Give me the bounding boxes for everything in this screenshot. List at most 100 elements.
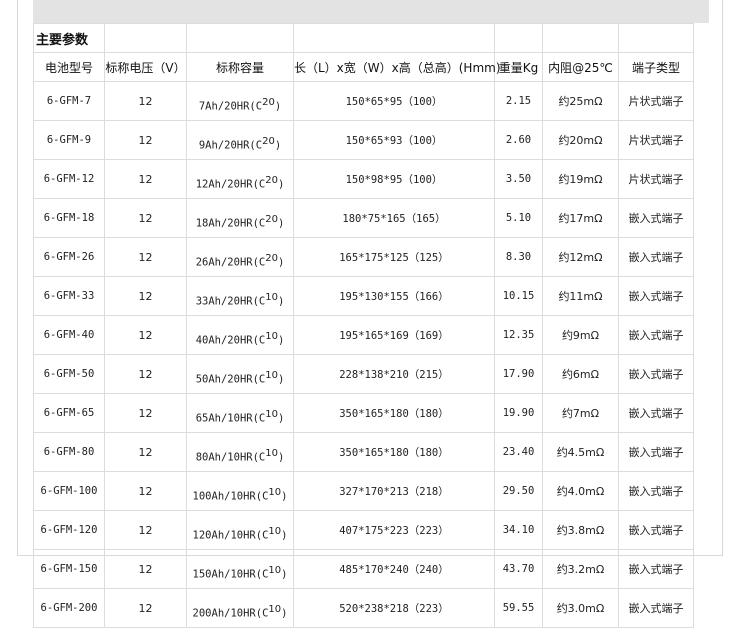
- capacity-close: ): [281, 568, 288, 581]
- cell-resistance: 约7mΩ: [542, 393, 619, 433]
- cell-voltage: 12: [104, 120, 187, 160]
- cell-capacity: 50Ah/20HR(C10): [186, 354, 294, 394]
- capacity-rate: 10: [268, 604, 282, 616]
- capacity-rate: 10: [268, 487, 282, 499]
- cell-capacity: 40Ah/20HR(C10): [186, 315, 294, 355]
- cell-dimensions: 407*175*223（223）: [293, 510, 495, 550]
- cell-weight: 12.35: [494, 315, 543, 355]
- table-row: 6-GFM-12 12 12Ah/20HR(C20) 150*98*95（100） 3.…: [33, 159, 694, 199]
- cell-resistance: 约20mΩ: [542, 120, 619, 160]
- capacity-text: 40Ah/20HR(C: [195, 334, 266, 347]
- cell-dimensions: 195*130*155（166）: [293, 276, 495, 316]
- cell-dimensions: 180*75*165（165）: [293, 198, 495, 238]
- cell-capacity: 120Ah/10HR(C10): [186, 510, 294, 550]
- capacity-close: ): [277, 412, 285, 425]
- cell-dimensions: 150*98*95（100）: [293, 159, 495, 199]
- cell-weight: 59.55: [494, 588, 543, 628]
- capacity-close: ): [281, 490, 288, 503]
- cell-terminal: 嵌入式端子: [618, 315, 694, 355]
- cell-capacity: 9Ah/20HR(C20): [186, 120, 294, 160]
- cell-voltage: 12: [104, 549, 187, 589]
- cell-model: 6-GFM-18: [33, 198, 105, 238]
- capacity-close: ): [277, 334, 285, 347]
- top-gray-bar: [33, 0, 709, 23]
- capacity-text: 80Ah/10HR(C: [195, 451, 266, 464]
- cell-capacity: 200Ah/10HR(C10): [186, 588, 294, 628]
- cell-dimensions: 485*170*240（240）: [293, 549, 495, 589]
- cell-terminal: 片状式端子: [618, 159, 694, 199]
- table-row: 6-GFM-150 12 150Ah/10HR(C10) 485*170*240（24…: [33, 549, 694, 589]
- cell-resistance: 约12mΩ: [542, 237, 619, 277]
- capacity-text: 50Ah/20HR(C: [195, 373, 266, 386]
- cell-model: 6-GFM-50: [33, 354, 105, 394]
- capacity-rate: 20: [262, 136, 275, 148]
- header-weight: 重量Kg: [494, 52, 543, 82]
- cell-model: 6-GFM-9: [33, 120, 105, 160]
- table-row: 6-GFM-26 12 26Ah/20HR(C20) 165*175*125（125）…: [33, 237, 694, 277]
- cell-model: 6-GFM-26: [33, 237, 105, 277]
- cell-terminal: 嵌入式端子: [618, 588, 694, 628]
- cell-capacity: 26Ah/20HR(C20): [186, 237, 294, 277]
- capacity-close: ): [277, 373, 285, 386]
- cell-dimensions: 195*165*169（169）: [293, 315, 495, 355]
- cell-terminal: 嵌入式端子: [618, 549, 694, 589]
- cell-weight: 34.10: [494, 510, 543, 550]
- capacity-close: ): [277, 178, 285, 191]
- cell-voltage: 12: [104, 510, 187, 550]
- capacity-rate: 10: [265, 331, 278, 343]
- section-title: 主要参数: [33, 23, 105, 53]
- cell-model: 6-GFM-65: [33, 393, 105, 433]
- cell-terminal: 片状式端子: [618, 81, 694, 121]
- cell-terminal: 嵌入式端子: [618, 276, 694, 316]
- cell-dimensions: 327*170*213（218）: [293, 471, 495, 511]
- capacity-text: 33Ah/20HR(C: [195, 295, 266, 308]
- header-model: 电池型号: [33, 52, 105, 82]
- capacity-rate: 10: [265, 448, 278, 460]
- cell-resistance: 约4.5mΩ: [542, 432, 619, 472]
- cell-model: 6-GFM-150: [33, 549, 105, 589]
- cell-model: 6-GFM-12: [33, 159, 105, 199]
- table-row: 6-GFM-40 12 40Ah/20HR(C10) 195*165*169（169）…: [33, 315, 694, 355]
- table-row: 6-GFM-120 12 120Ah/10HR(C10) 407*175*223（22…: [33, 510, 694, 550]
- cell-terminal: 嵌入式端子: [618, 432, 694, 472]
- cell-capacity: 100Ah/10HR(C10): [186, 471, 294, 511]
- capacity-text: 100Ah/10HR(C: [192, 490, 269, 503]
- header-dimensions: 长（L）x宽（W）x高（总高）(Hmm): [293, 52, 501, 82]
- cell-weight: 2.60: [494, 120, 543, 160]
- cell-terminal: 嵌入式端子: [618, 510, 694, 550]
- cell-weight: 29.50: [494, 471, 543, 511]
- header-capacity: 标称容量: [186, 52, 294, 82]
- header-voltage: 标称电压（V）: [104, 52, 187, 82]
- cell-resistance: 约3.8mΩ: [542, 510, 619, 550]
- cell-resistance: 约19mΩ: [542, 159, 619, 199]
- cell-dimensions: 520*238*218（223）: [293, 588, 495, 628]
- cell-dimensions: 150*65*93（100）: [293, 120, 495, 160]
- cell-dimensions: 165*175*125（125）: [293, 237, 495, 277]
- header-terminal: 端子类型: [618, 52, 694, 82]
- cell-dimensions: 350*165*180（180）: [293, 393, 495, 433]
- cell-capacity: 150Ah/10HR(C10): [186, 549, 294, 589]
- capacity-text: 200Ah/10HR(C: [192, 607, 269, 620]
- capacity-rate: 10: [265, 370, 278, 382]
- cell-weight: 43.70: [494, 549, 543, 589]
- capacity-rate: 10: [268, 526, 282, 538]
- table-row: 6-GFM-200 12 200Ah/10HR(C10) 520*238*218（22…: [33, 588, 694, 628]
- cell-dimensions: 350*165*180（180）: [293, 432, 495, 472]
- table-row: 6-GFM-33 12 33Ah/20HR(C10) 195*130*155（166）…: [33, 276, 694, 316]
- cell-resistance: 约4.0mΩ: [542, 471, 619, 511]
- cell-dimensions: 228*138*210（215）: [293, 354, 495, 394]
- capacity-text: 65Ah/10HR(C: [195, 412, 266, 425]
- cell-capacity: 65Ah/10HR(C10): [186, 393, 294, 433]
- cell-weight: 19.90: [494, 393, 543, 433]
- cell-resistance: 约3.2mΩ: [542, 549, 619, 589]
- capacity-close: ): [277, 295, 285, 308]
- header-resistance: 内阻@25℃: [542, 52, 619, 82]
- cell-voltage: 12: [104, 159, 187, 199]
- cell-resistance: 约6mΩ: [542, 354, 619, 394]
- cell-weight: 2.15: [494, 81, 543, 121]
- cell-model: 6-GFM-120: [33, 510, 105, 550]
- cell-model: 6-GFM-33: [33, 276, 105, 316]
- cell-voltage: 12: [104, 315, 187, 355]
- cell-model: 6-GFM-80: [33, 432, 105, 472]
- table-row: 6-GFM-9 12 9Ah/20HR(C20) 150*65*93（100） 2.60…: [33, 120, 694, 160]
